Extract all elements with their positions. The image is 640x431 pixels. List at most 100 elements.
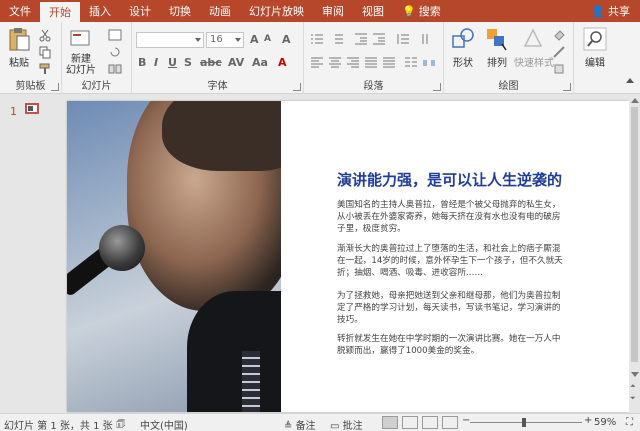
line-spacing-icon[interactable] (396, 32, 410, 46)
tab-file[interactable]: 文件 (0, 0, 40, 22)
prev-slide-icon[interactable]: ⏶ (630, 382, 636, 391)
drawing-launcher[interactable] (563, 83, 571, 91)
slide-canvas[interactable]: 演讲能力强，是可以让人生逆袭的 美国知名的主持人奥普拉，曾经是个被父母抛弃的私生… (67, 101, 629, 412)
quick-styles-button[interactable]: 快速样式 (514, 26, 554, 69)
paragraph-group: 段落 (304, 22, 444, 94)
zoom-out-button[interactable]: − (462, 415, 470, 426)
speaker-hair (162, 101, 281, 171)
copy-icon[interactable] (38, 45, 52, 59)
notes-button[interactable]: ≜ 备注 (284, 417, 316, 431)
italic-icon[interactable]: I (154, 56, 158, 69)
format-painter-icon[interactable] (38, 62, 52, 76)
clear-format-icon[interactable]: A (282, 33, 291, 46)
distributed-icon[interactable] (382, 56, 396, 70)
zoom-slider[interactable] (470, 422, 582, 423)
align-left-icon[interactable] (310, 56, 324, 70)
slide-paragraph[interactable]: 美国知名的主持人奥普拉，曾经是个被父母抛弃的私生女，从小被丢在外婆家寄养，她每天… (337, 199, 563, 235)
shrink-font-icon[interactable]: A (264, 34, 271, 44)
reading-view-button[interactable] (422, 416, 438, 429)
change-case-icon[interactable]: Aa (252, 56, 268, 69)
arrange-icon (487, 29, 507, 51)
font-launcher[interactable] (293, 83, 301, 91)
comments-label: 批注 (342, 421, 363, 431)
tab-insert[interactable]: 插入 (80, 0, 120, 22)
strikethrough-icon[interactable]: abc (200, 56, 222, 69)
user-icon: 👤 (591, 4, 605, 18)
decrease-indent-icon[interactable] (354, 32, 368, 46)
notes-icon: ≜ (284, 421, 296, 431)
find-icon (583, 27, 607, 51)
arrange-button[interactable]: 排列 (484, 26, 510, 69)
char-spacing-icon[interactable]: AV (228, 56, 244, 69)
font-label: 字体 (207, 81, 228, 92)
tab-home[interactable]: 开始 (40, 2, 80, 22)
scroll-down-icon[interactable] (631, 372, 639, 377)
slide-sorter-button[interactable] (402, 416, 418, 429)
reset-icon[interactable] (108, 45, 122, 59)
shapes-button[interactable]: 形状 (450, 26, 476, 69)
spellcheck-icon[interactable]: 🗊 (116, 417, 125, 431)
comments-button[interactable]: ▭ 批注 (330, 417, 363, 431)
scroll-up-icon[interactable] (631, 98, 639, 103)
paste-button[interactable]: 粘贴 (6, 26, 32, 69)
search-box[interactable]: 💡 搜索 (393, 0, 450, 22)
shape-fill-icon[interactable] (552, 28, 566, 42)
slide-title[interactable]: 演讲能力强，是可以让人生逆袭的 (337, 169, 562, 190)
tab-view[interactable]: 视图 (353, 0, 393, 22)
zoom-in-button[interactable]: + (584, 415, 592, 426)
paragraph-launcher[interactable] (433, 83, 441, 91)
fit-to-window-icon[interactable]: ⛶ (626, 417, 633, 428)
new-slide-button[interactable]: 新建 幻灯片 (66, 26, 96, 76)
text-direction-icon[interactable] (420, 32, 434, 46)
scroll-thumb[interactable] (631, 107, 638, 362)
cut-icon[interactable] (38, 28, 52, 42)
shape-effects-icon[interactable] (552, 62, 566, 76)
zoom-slider-thumb[interactable] (522, 418, 526, 427)
zoom-level[interactable]: 59% (594, 417, 616, 428)
tab-design[interactable]: 设计 (120, 0, 160, 22)
bold-icon[interactable]: B (138, 56, 146, 69)
align-right-icon[interactable] (346, 56, 360, 70)
font-color-icon[interactable]: A (278, 56, 287, 69)
font-name-combo[interactable] (136, 32, 204, 48)
section-icon[interactable] (108, 62, 122, 76)
slide-thumbnail[interactable] (25, 103, 39, 114)
tab-transitions[interactable]: 切换 (160, 0, 200, 22)
paragraph-label: 段落 (363, 81, 384, 92)
editing-label: 编辑 (585, 58, 605, 69)
editing-button[interactable]: 编辑 (582, 26, 608, 69)
shape-outline-icon[interactable] (552, 45, 566, 59)
vertical-scrollbar[interactable]: ⏶ ⏷ (629, 95, 640, 413)
next-slide-icon[interactable]: ⏷ (630, 394, 636, 403)
slide-paragraph[interactable]: 渐渐长大的奥普拉过上了堕落的生活，和社会上的痞子厮混在一起，14岁的时候，意外怀… (337, 243, 563, 279)
grow-font-icon[interactable]: A (250, 33, 259, 46)
font-size-combo[interactable]: 16 (206, 32, 244, 48)
share-button[interactable]: 👤 共享 (591, 0, 640, 22)
underline-icon[interactable]: U (168, 56, 177, 69)
align-center-icon[interactable] (328, 56, 342, 70)
drawing-group: 形状 排列 快速样式 绘图 (444, 22, 574, 94)
language-indicator[interactable]: 中文(中国) (140, 417, 188, 431)
status-bar: 幻灯片 第 1 张，共 1 张 🗊 中文(中国) ≜ 备注 ▭ 批注 − + 5… (0, 413, 640, 431)
bullets-icon[interactable] (310, 32, 324, 46)
slideshow-button[interactable] (442, 416, 458, 429)
slide-paragraph[interactable]: 转折就发生在她在中学时期的一次演讲比赛。她在一万人中脱颖而出，赢得了1000美金… (337, 333, 563, 357)
normal-view-button[interactable] (382, 416, 398, 429)
speaker-tie (242, 351, 260, 412)
notes-label: 备注 (295, 421, 316, 431)
shadow-icon[interactable]: S (184, 56, 192, 69)
tab-slideshow[interactable]: 幻灯片放映 (240, 0, 313, 22)
tab-animations[interactable]: 动画 (200, 0, 240, 22)
increase-indent-icon[interactable] (372, 32, 386, 46)
collapse-ribbon-icon[interactable] (626, 78, 634, 83)
speaker-photo (67, 101, 281, 412)
layout-icon[interactable] (108, 28, 122, 42)
slide-paragraph[interactable]: 为了拯救她，母亲把她送到父亲和继母那，他们为奥普拉制定了严格的学习计划，每天读书… (337, 290, 563, 326)
columns-icon[interactable] (404, 56, 418, 70)
tab-review[interactable]: 审阅 (313, 0, 353, 22)
clipboard-launcher[interactable] (51, 83, 59, 91)
justify-icon[interactable] (364, 56, 378, 70)
search-label: 搜索 (418, 5, 441, 18)
smartart-icon[interactable] (422, 56, 436, 70)
numbering-icon[interactable] (330, 32, 344, 46)
